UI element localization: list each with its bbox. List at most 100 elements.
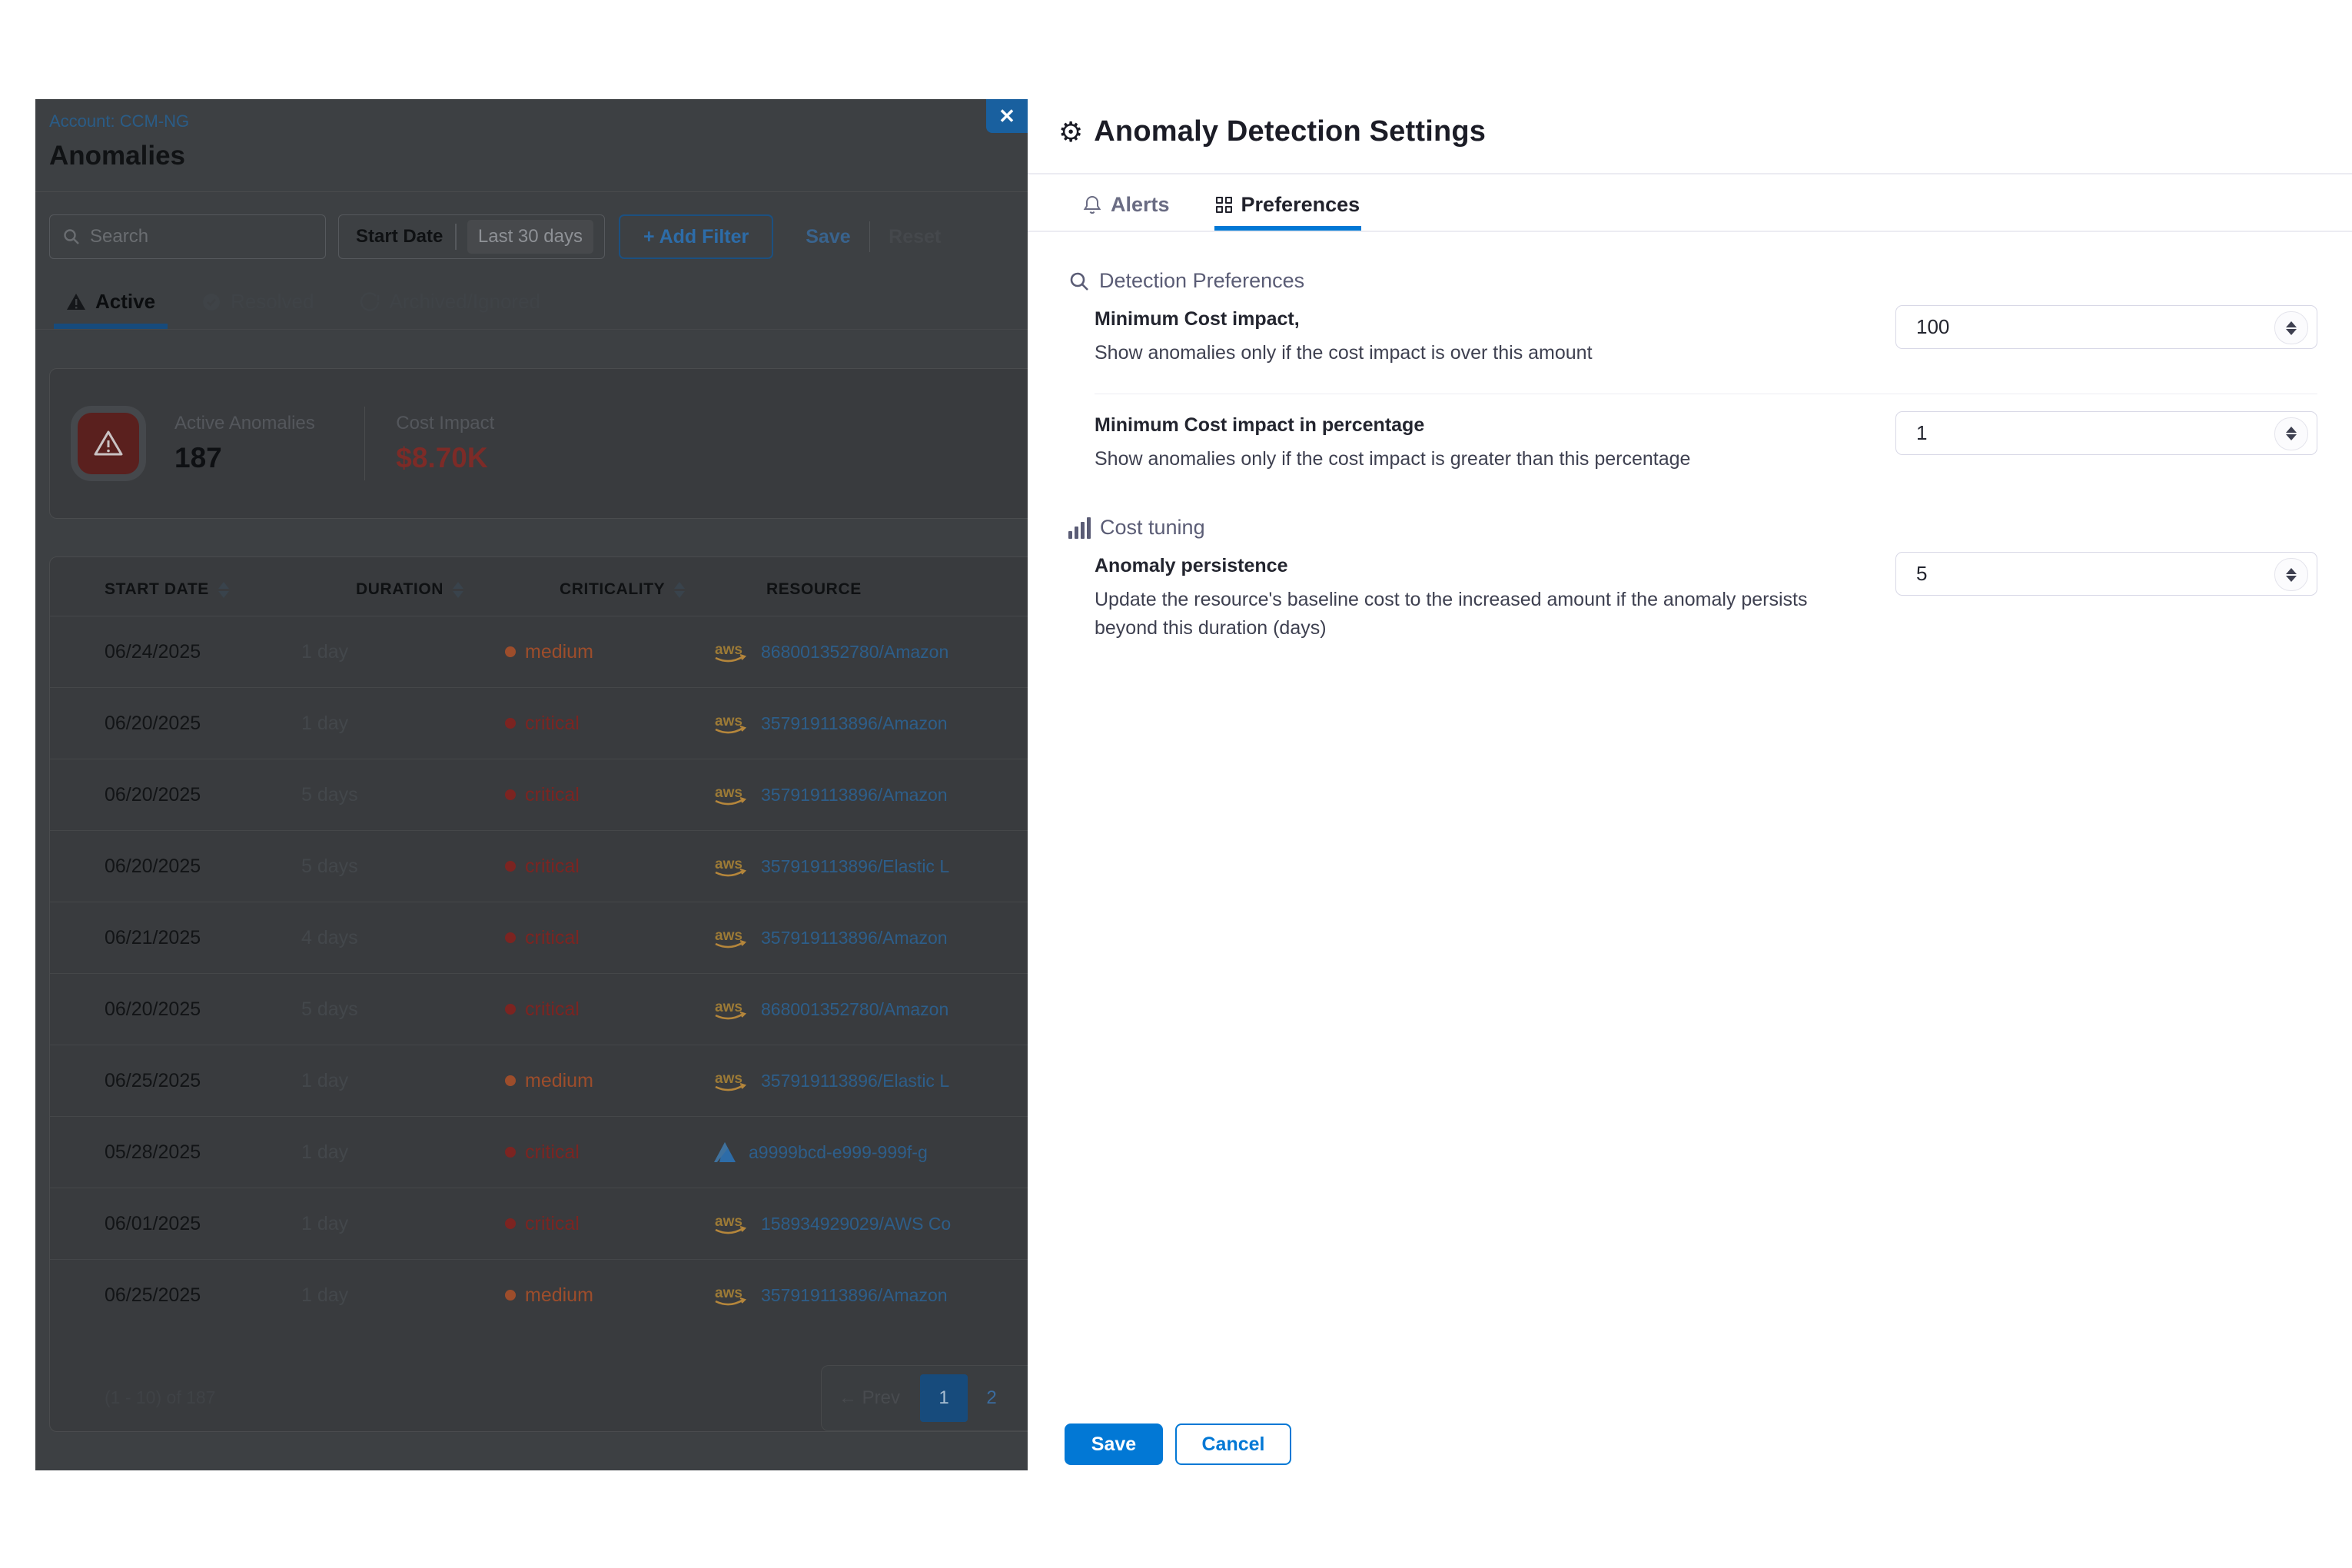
table-row[interactable]: 06/20/2025 5 days critical aws 868001352… [50, 973, 1028, 1045]
cell-resource: aws 158934929029/AWS Co [712, 1211, 1028, 1236]
preferences-icon [1216, 197, 1232, 213]
anomalies-table: START DATE DURATION CRITICALITY RESOURCE… [49, 556, 1028, 1432]
resource-link[interactable]: 357919113896/Elastic L [761, 1071, 949, 1091]
page-button-3[interactable]: 3 [1015, 1374, 1028, 1422]
sort-icon[interactable] [453, 582, 463, 598]
summary-card: Active Anomalies 187 Cost Impact $8.70K [49, 368, 1028, 519]
cell-duration: 5 days [301, 855, 505, 878]
cell-duration: 1 day [301, 713, 505, 735]
pager: ← Prev 1 2 3 [821, 1365, 1028, 1431]
search-input[interactable]: Search [49, 214, 326, 259]
start-date-value[interactable]: Last 30 days [467, 220, 593, 254]
criticality-dot [505, 718, 516, 729]
table-row[interactable]: 06/21/2025 4 days critical aws 357919113… [50, 902, 1028, 973]
resource-link[interactable]: a9999bcd-e999-999f-g [749, 1142, 928, 1163]
cell-duration: 5 days [301, 784, 505, 806]
page-button-2[interactable]: 2 [968, 1374, 1015, 1422]
field-label: Anomaly persistence [1095, 552, 1832, 580]
resource-link[interactable]: 158934929029/AWS Co [761, 1214, 951, 1234]
prev-page-button[interactable]: ← Prev [839, 1387, 900, 1409]
cell-criticality: critical [505, 927, 712, 949]
cell-criticality: critical [505, 855, 712, 878]
svg-text:aws: aws [715, 713, 742, 729]
cell-resource: aws 868001352780/Amazon [712, 997, 1028, 1022]
table-row[interactable]: 06/20/2025 5 days critical aws 357919113… [50, 830, 1028, 902]
page-button-1[interactable]: 1 [920, 1374, 968, 1422]
filter-divider [869, 221, 871, 252]
resource-link[interactable]: 868001352780/Amazon [761, 999, 948, 1020]
anomaly-tabs: Active Resolved Archived/Ignored [35, 290, 1028, 330]
filter-reset-button[interactable]: Reset [889, 226, 941, 248]
criticality-dot [505, 861, 516, 872]
tab-alerts[interactable]: Alerts [1081, 176, 1171, 231]
pagination-range: (1 - 10) of 187 [105, 1387, 215, 1408]
save-button[interactable]: Save [1065, 1423, 1163, 1465]
cell-criticality: medium [505, 1070, 712, 1092]
table-row[interactable]: 06/25/2025 1 day medium aws 357919113896… [50, 1259, 1028, 1330]
tab-label: Active [95, 290, 155, 314]
anomaly-persistence-input[interactable] [1895, 552, 2317, 596]
tab-active[interactable]: Active [54, 290, 168, 329]
header-divider [35, 191, 1028, 192]
resource-link[interactable]: 357919113896/Amazon [761, 1285, 948, 1306]
field-description: Show anomalies only if the cost impact i… [1095, 339, 1593, 367]
pagination: (1 - 10) of 187 ← Prev 1 2 3 [50, 1372, 1028, 1431]
svg-text:aws: aws [715, 1071, 742, 1087]
active-anomalies-value: 187 [174, 442, 315, 474]
cell-start-date: 05/28/2025 [105, 1141, 301, 1164]
tab-resolved[interactable]: Resolved [189, 290, 326, 329]
table-row[interactable]: 06/24/2025 1 day medium aws 868001352780… [50, 616, 1028, 687]
criticality-dot [505, 1147, 516, 1158]
close-button[interactable]: ✕ [986, 99, 1028, 133]
col-start-date[interactable]: START DATE [105, 580, 356, 599]
section-cost-tuning: Cost tuning [1068, 516, 2317, 540]
filter-save-button[interactable]: Save [806, 226, 850, 248]
svg-text:aws: aws [715, 856, 742, 872]
drawer-title-divider [1028, 173, 2352, 174]
add-filter-button[interactable]: + Add Filter [619, 214, 773, 259]
cell-criticality: medium [505, 1284, 712, 1307]
criticality-dot [505, 1004, 516, 1015]
cell-start-date: 06/24/2025 [105, 641, 301, 663]
table-row[interactable]: 05/28/2025 1 day critical a9999bcd-e999-… [50, 1116, 1028, 1188]
start-date-filter[interactable]: Start Date Last 30 days [338, 214, 605, 259]
tab-archived[interactable]: Archived/Ignored [347, 290, 553, 329]
drawer-title: Anomaly Detection Settings [1094, 115, 1486, 148]
warning-icon [66, 293, 86, 311]
min-cost-impact-input[interactable] [1895, 305, 2317, 349]
cost-impact-stat: Cost Impact $8.70K [396, 413, 494, 474]
cell-criticality: critical [505, 1213, 712, 1235]
number-stepper[interactable] [2274, 558, 2308, 591]
resource-link[interactable]: 357919113896/Amazon [761, 928, 948, 948]
table-row[interactable]: 06/25/2025 1 day medium aws 357919113896… [50, 1045, 1028, 1116]
aws-icon: aws [712, 711, 750, 736]
field-description: Update the resource's baseline cost to t… [1095, 586, 1832, 642]
col-duration[interactable]: DURATION [356, 580, 560, 599]
cell-resource: aws 868001352780/Amazon [712, 639, 1028, 664]
cell-start-date: 06/20/2025 [105, 713, 301, 735]
cell-criticality: critical [505, 713, 712, 735]
col-criticality[interactable]: CRITICALITY [560, 580, 766, 599]
sort-icon[interactable] [218, 582, 229, 598]
table-row[interactable]: 06/20/2025 1 day critical aws 3579191138… [50, 687, 1028, 759]
cell-start-date: 06/20/2025 [105, 784, 301, 806]
table-row[interactable]: 06/20/2025 5 days critical aws 357919113… [50, 759, 1028, 830]
resource-link[interactable]: 357919113896/Amazon [761, 713, 948, 734]
number-stepper[interactable] [2274, 417, 2308, 450]
resource-link[interactable]: 868001352780/Amazon [761, 642, 948, 663]
cell-duration: 5 days [301, 998, 505, 1021]
active-anomalies-label: Active Anomalies [174, 413, 315, 434]
tab-preferences[interactable]: Preferences [1214, 176, 1362, 231]
aws-icon: aws [712, 1211, 750, 1236]
min-cost-impact-percentage-input[interactable] [1895, 411, 2317, 455]
breadcrumb-account[interactable]: Account: CCM-NG [49, 111, 1028, 131]
resource-link[interactable]: 357919113896/Amazon [761, 785, 948, 806]
search-placeholder: Search [90, 226, 148, 247]
field-label: Minimum Cost impact, [1095, 305, 1593, 333]
resource-link[interactable]: 357919113896/Elastic L [761, 856, 949, 877]
anomaly-alert-icon [78, 413, 139, 474]
number-stepper[interactable] [2274, 311, 2308, 344]
table-row[interactable]: 06/01/2025 1 day critical aws 1589349290… [50, 1188, 1028, 1259]
sort-icon[interactable] [674, 582, 685, 598]
cancel-button[interactable]: Cancel [1175, 1423, 1291, 1465]
